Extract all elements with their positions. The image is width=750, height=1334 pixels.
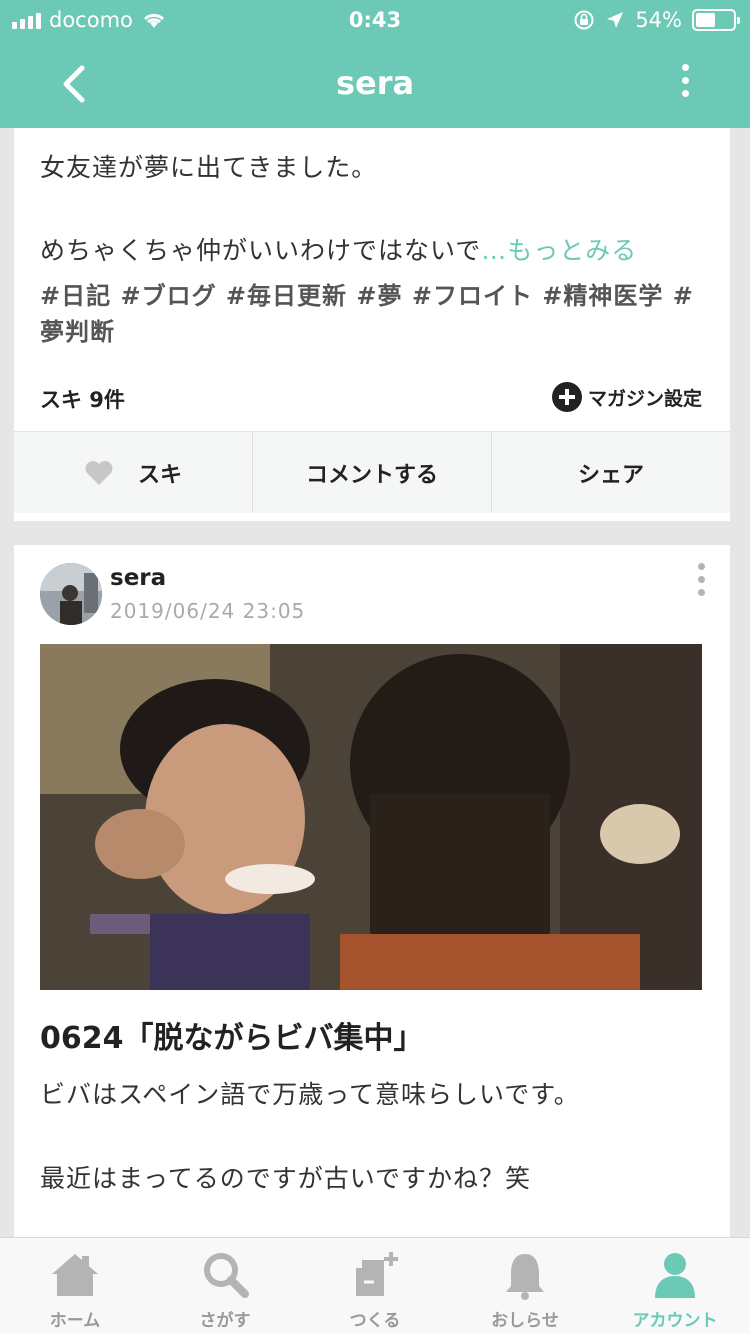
tab-notifications[interactable]: おしらせ (450, 1238, 600, 1334)
rotation-lock-icon (574, 10, 594, 30)
like-count[interactable]: スキ 9件 (40, 384, 125, 414)
battery-percent: 54% (635, 8, 682, 32)
like-label: スキ (137, 462, 182, 488)
post-body-line: 最近はまってるのですが古いですかね？笑 (40, 1164, 532, 1193)
post-date: 2019/06/24 23:05 (110, 599, 306, 623)
magazine-label: マガジン設定 (587, 387, 702, 410)
battery-icon (692, 9, 740, 31)
tab-account[interactable]: アカウント (600, 1238, 750, 1334)
page-title: sera (335, 64, 415, 102)
status-bar: docomo 0:43 54% (0, 0, 750, 42)
share-button[interactable]: シェア (492, 432, 730, 513)
comment-button[interactable]: コメントする (253, 432, 492, 513)
heart-icon (85, 460, 113, 485)
read-more-link[interactable]: …もっとみる (481, 236, 637, 265)
account-icon (655, 1253, 695, 1298)
like-button[interactable]: スキ (14, 432, 253, 513)
magazine-settings-button[interactable]: マガジン設定 (551, 382, 702, 412)
tab-home[interactable]: ホーム (0, 1238, 150, 1334)
plus-circle-icon (551, 382, 582, 412)
location-icon (607, 12, 624, 28)
search-icon (204, 1253, 249, 1298)
hashtags[interactable]: #日記 #ブログ #毎日更新 #夢 #フロイト #精神医学 #夢判断 (40, 278, 700, 350)
post-body-excerpt: めちゃくちゃ仲がいいわけではないで…もっとみる (40, 231, 637, 267)
tab-search[interactable]: さがす (150, 1238, 300, 1334)
avatar[interactable] (40, 563, 102, 625)
top-bar: docomo 0:43 54% sera (0, 0, 750, 128)
battery-fill (696, 13, 716, 27)
author-name[interactable]: sera (110, 565, 166, 591)
more-icon[interactable] (680, 64, 690, 104)
tab-label: おしらせ (491, 1311, 559, 1331)
post-card: 女友達が夢に出てきました。 めちゃくちゃ仲がいいわけではないで…もっとみる #日… (14, 128, 730, 521)
bell-icon (506, 1254, 544, 1300)
nav-bar: sera (0, 42, 750, 128)
tab-label: ホーム (49, 1311, 101, 1331)
post-title[interactable]: 0624「脱ながらビバ集中」 (40, 1013, 424, 1057)
home-icon (52, 1254, 98, 1296)
post-body-line: ビバはスペイン語で万歳って意味らしいです。 (40, 1080, 580, 1109)
comment-label: コメントする (305, 462, 438, 488)
post-actions: スキ コメントする シェア (14, 431, 730, 513)
post-body-line: 女友達が夢に出てきました。 (40, 153, 378, 182)
tab-bar: ホーム さがす つくる おしらせ アカウント (0, 1237, 750, 1334)
post-thumbnail[interactable] (40, 644, 702, 990)
tab-create[interactable]: つくる (300, 1238, 450, 1334)
tab-label: つくる (349, 1311, 401, 1331)
post-more-icon[interactable] (696, 563, 706, 603)
post-card: sera 2019/06/24 23:05 0624「脱ながらビバ集中」 ビバは… (14, 545, 730, 1245)
post-excerpt-text: めちゃくちゃ仲がいいわけではないで (40, 236, 482, 265)
create-icon (356, 1252, 398, 1296)
share-label: シェア (577, 462, 644, 488)
tab-label: アカウント (632, 1311, 718, 1331)
tab-label: さがす (199, 1311, 251, 1331)
